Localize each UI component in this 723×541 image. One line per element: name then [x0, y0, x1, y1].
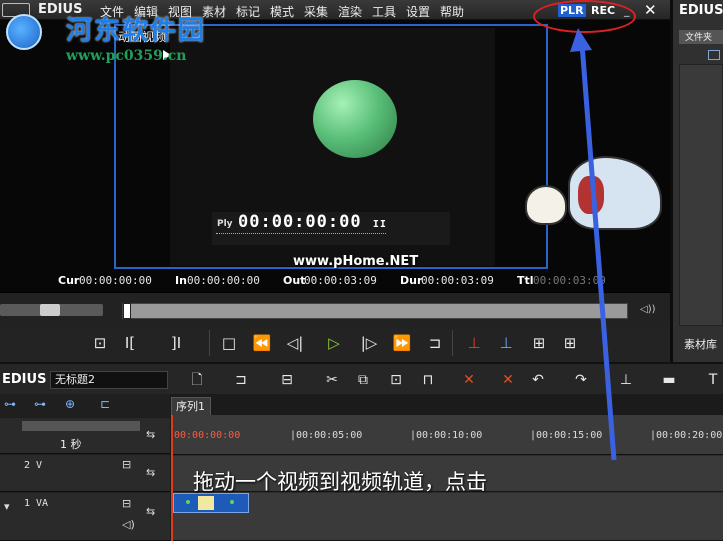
expand-icon[interactable]: ▾ [4, 500, 10, 513]
menu-settings[interactable]: 设置 [406, 3, 431, 20]
open-project-icon[interactable]: ⊐ [230, 370, 252, 390]
out-label: Out [283, 274, 306, 287]
ply-timecode: 00:00:00:00 II [238, 212, 387, 232]
position-slider[interactable] [122, 303, 628, 319]
cur-label: Cur [58, 274, 80, 287]
separator [452, 330, 453, 356]
watermark-site-name: 河东软件园 [66, 16, 207, 46]
sync-icon[interactable]: ⇆ [146, 505, 155, 518]
new-project-icon[interactable]: 🗋 [186, 370, 208, 390]
set-out-point-icon[interactable]: ]I [164, 332, 188, 354]
redo-icon[interactable]: ↷ [570, 370, 592, 390]
ruler-label: |00:00:05:00 [290, 430, 363, 441]
in-label: In [175, 274, 187, 287]
pause-icon: II [372, 219, 387, 230]
playhead[interactable] [171, 415, 173, 541]
ruler-label: |00:00:15:00 [530, 430, 603, 441]
dur-label: Dur [400, 274, 423, 287]
watermark-logo-icon [6, 14, 42, 50]
overwrite-to-timeline-icon[interactable]: ⊥ [494, 332, 518, 354]
menu-render[interactable]: 渲染 [338, 3, 363, 20]
menu-marker[interactable]: 标记 [236, 3, 261, 20]
add-clip-icon[interactable]: ⊞ [527, 332, 551, 354]
fast-forward-icon[interactable]: ⏩ [390, 332, 414, 354]
step-back-icon[interactable]: ◁| [283, 332, 307, 354]
ttl-label: Ttl [517, 274, 534, 287]
cur-value: 00:00:00:00 [79, 274, 152, 287]
track-1va-name: 1 VA [24, 498, 49, 509]
ttl-value: 00:00:03:09 [533, 274, 606, 287]
clip-marker [230, 500, 234, 504]
timescale-slider[interactable] [22, 421, 140, 431]
sequence-tab[interactable]: 序列1 [171, 397, 211, 415]
replace-icon[interactable]: ⊓ [417, 370, 439, 390]
ply-timecode-value: 00:00:00:00 [238, 212, 362, 232]
copy-icon[interactable]: ⧉ [352, 370, 374, 390]
stop-icon[interactable]: □ [217, 332, 241, 354]
project-name: 无标题2 [50, 371, 168, 389]
video-track-icon[interactable]: ⊟ [122, 458, 131, 471]
tape-icon[interactable]: ⊡ [88, 332, 112, 354]
loop-icon[interactable]: ⊐ [423, 332, 447, 354]
position-handle[interactable] [123, 303, 131, 319]
watermark-url: www.pc0359.cn [66, 48, 187, 64]
seal-sticker-image [525, 185, 567, 225]
play-icon[interactable]: ▷ [322, 332, 346, 354]
set-in-point-icon[interactable]: I[ [118, 332, 142, 354]
rewind-icon[interactable]: ⏪ [250, 332, 274, 354]
add-clip-alt-icon[interactable]: ⊞ [558, 332, 582, 354]
instruction-caption: 拖动一个视频到视频轨道，点击 [193, 470, 487, 494]
save-project-icon[interactable]: ⊟ [276, 370, 298, 390]
bin-footer-tab[interactable]: 素材库 [684, 336, 717, 352]
menu-capture[interactable]: 采集 [304, 3, 329, 20]
audio-track-icon[interactable]: ◁) [122, 518, 135, 531]
timeline-app-title: EDIUS [2, 372, 47, 387]
sync-icon[interactable]: ⇆ [146, 466, 155, 479]
paste-icon[interactable]: ⊡ [385, 370, 407, 390]
home-watermark: www.pHome.NET [293, 254, 419, 269]
close-button[interactable]: ✕ [644, 1, 657, 19]
clip-marker [186, 500, 190, 504]
in-value: 00:00:00:00 [187, 274, 260, 287]
ripple-delete-icon[interactable]: ✕ [497, 370, 519, 390]
annotation-ellipse [533, 0, 636, 33]
track-lane-1va[interactable] [171, 493, 723, 541]
out-value: 00:00:03:09 [304, 274, 377, 287]
shuttle-knob[interactable] [40, 304, 60, 316]
timecode-row: Cur 00:00:00:00 In 00:00:00:00 Out 00:00… [0, 272, 670, 290]
menu-tools[interactable]: 工具 [372, 3, 397, 20]
menu-help[interactable]: 帮助 [440, 3, 465, 20]
step-forward-icon[interactable]: |▷ [357, 332, 381, 354]
ply-scale [216, 233, 386, 239]
ruler-label: |00:00:20:00 [650, 430, 723, 441]
folder-icon[interactable] [708, 50, 720, 60]
add-marker-icon[interactable]: ⊥ [615, 370, 637, 390]
video-track-icon[interactable]: ⊟ [122, 497, 131, 510]
ruler-label: 00:00:00:00 [174, 430, 241, 441]
track-2v-name: 2 V [24, 460, 43, 471]
audio-monitor-icon[interactable]: ◁)) [640, 304, 656, 315]
track-tool-3-icon[interactable]: ⊕ [65, 397, 75, 411]
menu-mode[interactable]: 模式 [270, 3, 295, 20]
bin-content[interactable] [679, 64, 723, 326]
cut-icon[interactable]: ✂ [321, 370, 343, 390]
ruler-label: |00:00:10:00 [410, 430, 483, 441]
clip-thumbnail [198, 496, 214, 510]
delete-icon[interactable]: ✕ [458, 370, 480, 390]
track-tool-2-icon[interactable]: ⊶ [34, 397, 46, 411]
folder-tab[interactable]: 文件夹 [679, 30, 723, 44]
ply-label: Ply [217, 219, 233, 229]
track-tool-1-icon[interactable]: ⊶ [4, 397, 16, 411]
sync-icon[interactable]: ⇆ [146, 428, 155, 441]
snap-icon[interactable]: ▬ [658, 370, 680, 390]
timescale-label: 1 秒 [60, 438, 82, 451]
insert-to-timeline-icon[interactable]: ⊥ [462, 332, 486, 354]
dur-value: 00:00:03:09 [421, 274, 494, 287]
title-icon[interactable]: T [702, 370, 723, 390]
track-tool-4-icon[interactable]: ⊏ [100, 397, 110, 411]
shark-mouth-image [578, 176, 604, 214]
undo-icon[interactable]: ↶ [527, 370, 549, 390]
separator [209, 330, 210, 356]
bin-panel-title: EDIUS [679, 3, 723, 18]
